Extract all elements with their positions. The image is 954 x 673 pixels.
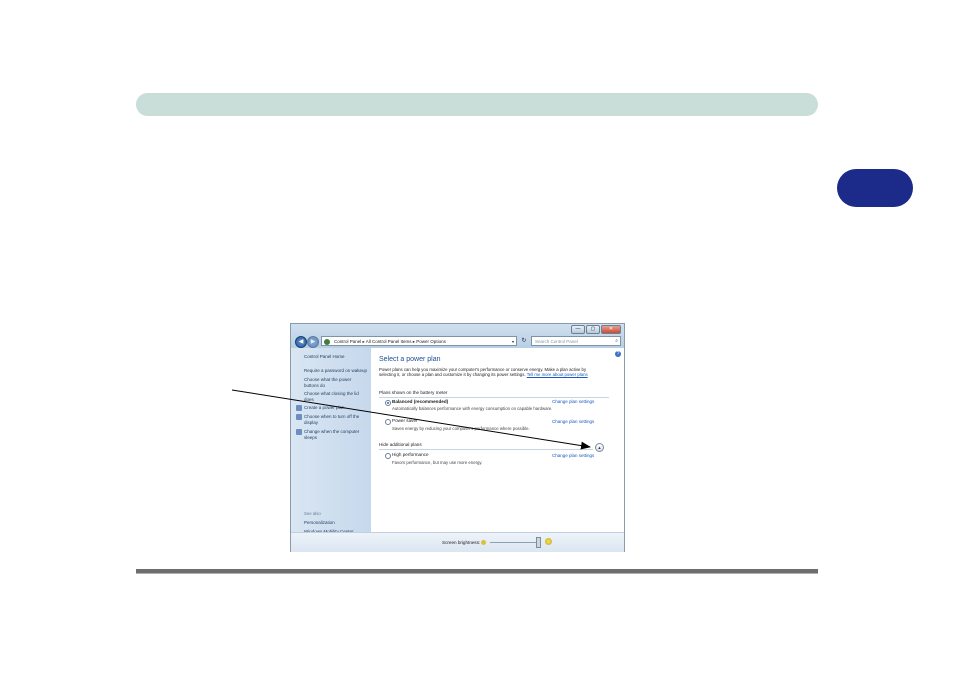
close-button[interactable]: ✕ [601,325,621,334]
brightness-label: Screen brightness: [442,540,481,545]
hide-additional-plans-heading[interactable]: Hide additional plans [379,442,422,447]
power-saver-radio[interactable] [385,419,391,425]
divider [379,397,609,398]
page-title: Select a power plan [379,356,441,363]
page-header-bar [136,93,818,116]
sidebar-item-personalization[interactable]: Personalization [304,520,368,526]
shield-icon [296,405,302,411]
chapter-tab [837,169,913,207]
maximize-button[interactable]: ▢ [586,325,600,334]
brightness-slider-thumb[interactable] [536,537,541,548]
intro-text: Power plans can help you maximize your c… [379,367,601,378]
balanced-radio[interactable] [385,400,391,406]
search-input[interactable]: Search Control Panel ⌕ [531,336,621,346]
control-panel-icon [324,339,330,345]
display-icon [296,414,302,420]
window-controls: — ▢ ✕ [571,325,621,334]
refresh-icon[interactable]: ↻ [520,336,528,346]
back-button[interactable]: ◀ [295,336,307,348]
power-saver-plan-name: Power saver [392,418,418,423]
title-toolbar: — ▢ ✕ ◀ ▶ Control Panel ▸ All Control Pa… [291,324,624,348]
main-content: ? Select a power plan Power plans can he… [371,348,624,532]
search-placeholder: Search Control Panel [535,339,578,344]
power-options-window: — ▢ ✕ ◀ ▶ Control Panel ▸ All Control Pa… [290,323,625,552]
chevron-down-icon[interactable]: ▾ [512,337,514,347]
help-icon[interactable]: ? [615,351,621,357]
tell-me-more-link[interactable]: Tell me more about power plans [527,372,588,377]
high-performance-plan-name: High performance [392,452,429,457]
power-saver-plan-desc: Saves energy by reducing your computer's… [392,426,530,431]
see-also-heading: See also [304,511,321,516]
search-icon[interactable]: ⌕ [615,337,618,346]
high-performance-radio[interactable] [385,453,391,459]
balanced-plan-desc: Automatically balances performance with … [392,406,553,411]
bright-sun-icon [545,538,552,545]
sidebar-item-display[interactable]: Choose when to turn off the display [304,414,364,425]
sidebar-item-password[interactable]: Require a password on wakeup [304,368,368,374]
divider [379,449,593,450]
sidebar-item-sleep[interactable]: Change when the computer sleeps [304,429,364,440]
battery-plans-heading: Plans shown on the battery meter [379,390,448,395]
minimize-button[interactable]: — [571,325,585,334]
sidebar-item-lid[interactable]: Choose what closing the lid does [304,391,362,402]
address-path: Control Panel ▸ All Control Panel Items … [334,339,446,344]
high-performance-change-settings-link[interactable]: Change plan settings [552,453,594,458]
address-bar[interactable]: Control Panel ▸ All Control Panel Items … [321,336,517,346]
sleep-icon [296,429,302,435]
sidebar: Control Panel Home Require a password on… [291,348,371,543]
brightness-slider-track[interactable] [490,542,540,543]
dim-sun-icon [481,540,486,545]
brightness-bar: Screen brightness: [291,532,624,552]
forward-button[interactable]: ▶ [307,336,319,348]
balanced-change-settings-link[interactable]: Change plan settings [552,399,594,404]
collapse-chevron-icon[interactable]: ▲ [595,443,604,452]
high-performance-plan-desc: Favors performance, but may use more ene… [392,460,483,465]
balanced-plan-name: Balanced (recommended) [392,399,449,404]
sidebar-item-home[interactable]: Control Panel Home [304,354,368,360]
sidebar-item-create-plan[interactable]: Create a power plan [304,405,368,411]
sidebar-item-power-buttons[interactable]: Choose what the power buttons do [304,377,356,388]
power-saver-change-settings-link[interactable]: Change plan settings [552,419,594,424]
footer-rule [136,569,818,574]
